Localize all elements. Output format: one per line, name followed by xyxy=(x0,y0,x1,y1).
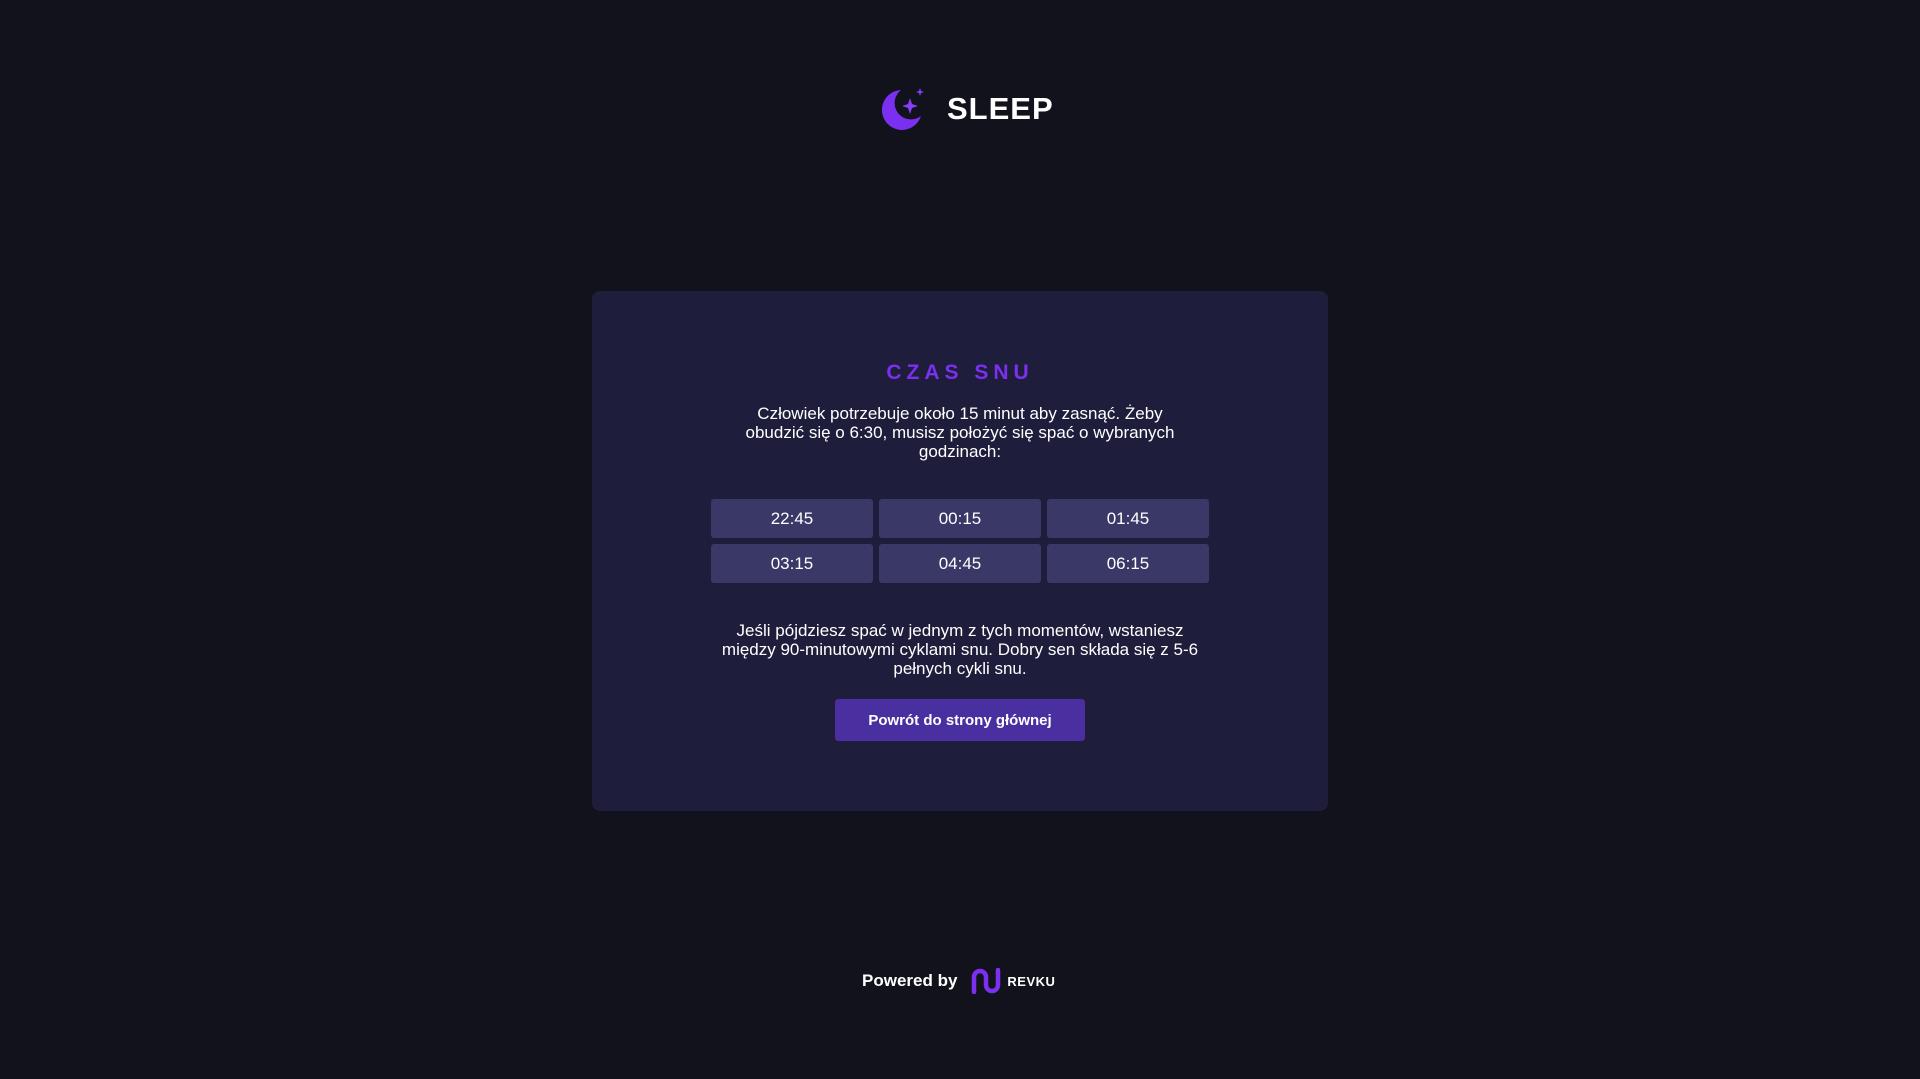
revku-logo-icon xyxy=(972,968,1001,994)
bedtime-option: 03:15 xyxy=(711,544,873,583)
app-logo[interactable]: SLEEP xyxy=(877,84,1054,134)
intro-text: Człowiek potrzebuje około 15 minut aby z… xyxy=(745,404,1175,461)
powered-by-label: Powered by xyxy=(862,971,958,990)
sleep-cycle-note: Jeśli pójdziesz spać w jednym z tych mom… xyxy=(721,621,1199,678)
app-name: SLEEP xyxy=(947,91,1054,126)
bedtime-option: 06:15 xyxy=(1047,544,1209,583)
bedtime-option: 00:15 xyxy=(879,499,1041,538)
footer: Powered by REVKU xyxy=(862,968,1055,994)
revku-brand-link[interactable]: REVKU xyxy=(971,968,1055,994)
card-title: CZAS SNU xyxy=(886,361,1034,384)
bedtime-option: 01:45 xyxy=(1047,499,1209,538)
sleep-time-card: CZAS SNU Człowiek potrzebuje około 15 mi… xyxy=(592,291,1328,811)
bedtime-option: 04:45 xyxy=(879,544,1041,583)
back-to-home-button[interactable]: Powrót do strony głównej xyxy=(835,699,1085,741)
brand-name: REVKU xyxy=(1007,973,1056,989)
bedtime-option: 22:45 xyxy=(711,499,873,538)
page: SLEEP CZAS SNU Człowiek potrzebuje około… xyxy=(0,0,1920,1079)
bedtime-options: 22:45 00:15 01:45 03:15 04:45 06:15 xyxy=(711,499,1209,583)
moon-stars-icon xyxy=(881,88,924,130)
